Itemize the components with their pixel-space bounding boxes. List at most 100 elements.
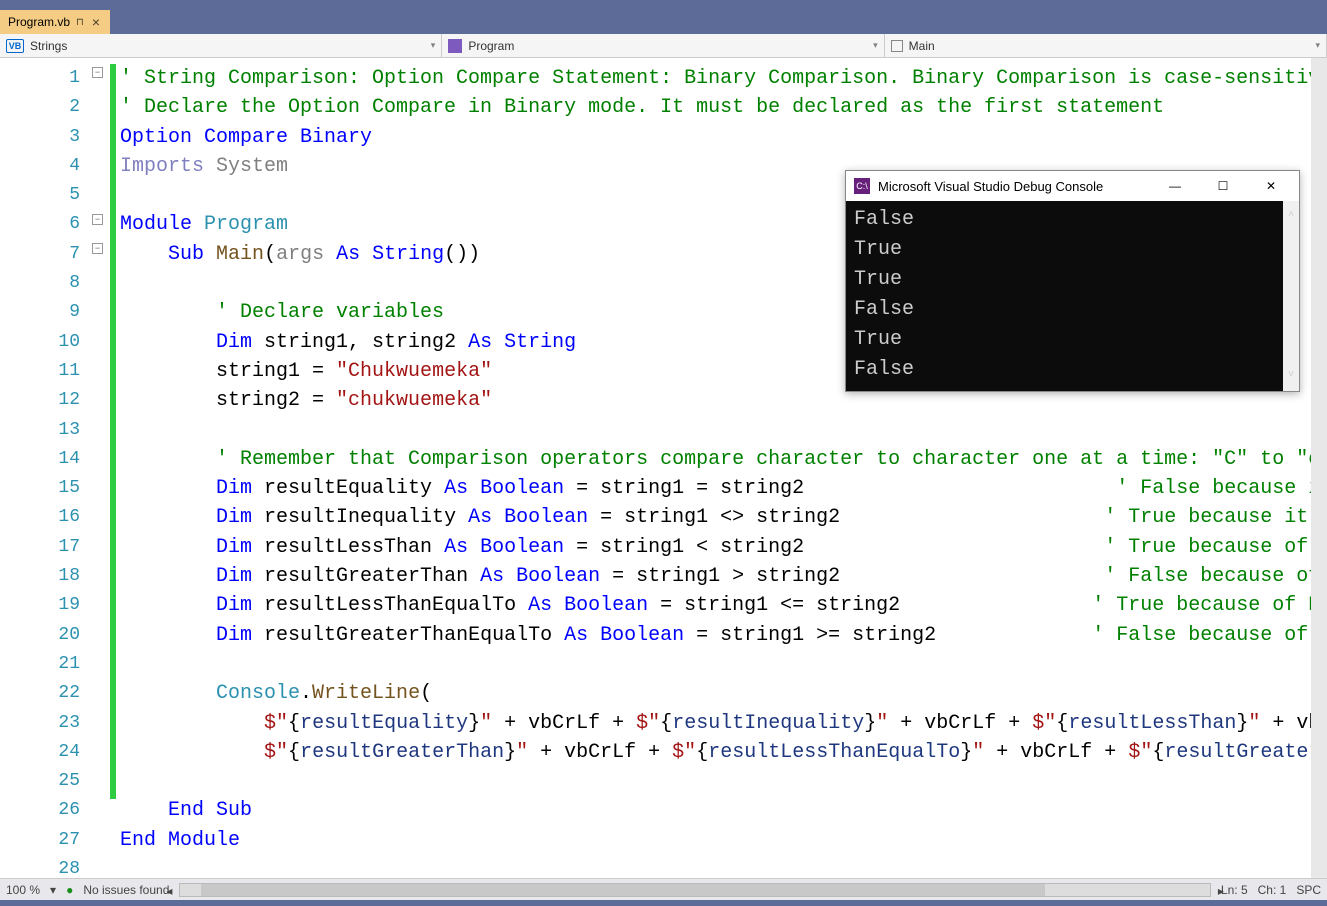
scroll-up-icon[interactable]: ˄ — [1288, 201, 1294, 231]
zoom-dropdown-icon[interactable]: ▾ — [50, 883, 56, 897]
console-scrollbar[interactable]: ˄ ˅ — [1283, 201, 1299, 391]
line-number: 8 — [0, 269, 90, 298]
code-line[interactable]: ' Remember that Comparison operators com… — [120, 445, 1327, 474]
line-number: 28 — [0, 855, 90, 884]
line-number: 18 — [0, 562, 90, 591]
tab-filename: Program.vb — [8, 15, 70, 29]
scroll-right-icon[interactable]: ▸ — [1218, 884, 1224, 898]
line-number: 12 — [0, 386, 90, 415]
fold-toggle[interactable]: − — [92, 243, 103, 254]
line-number: 20 — [0, 621, 90, 650]
horizontal-scrollbar[interactable]: ◂▸ — [179, 883, 1211, 897]
vb-icon: VB — [6, 39, 24, 53]
code-line[interactable]: Dim resultEquality As Boolean = string1 … — [120, 474, 1327, 503]
line-number: 24 — [0, 738, 90, 767]
line-number: 15 — [0, 474, 90, 503]
scrollbar-thumb[interactable] — [201, 884, 1045, 896]
line-number: 7 — [0, 240, 90, 269]
chevron-down-icon: ▾ — [431, 40, 436, 51]
line-number: 13 — [0, 416, 90, 445]
code-line[interactable]: $"{resultEquality}" + vbCrLf + $"{result… — [120, 709, 1327, 738]
line-number: 2 — [0, 93, 90, 122]
line-number: 27 — [0, 826, 90, 855]
code-line[interactable]: Dim resultInequality As Boolean = string… — [120, 503, 1327, 532]
pin-icon[interactable]: ⊓ — [76, 17, 84, 28]
tab-strip: Program.vb ⊓ × — [0, 10, 1327, 34]
console-title-text: Microsoft Visual Studio Debug Console — [878, 179, 1103, 194]
console-output[interactable]: FalseTrueTrueFalseTrueFalse ˄ ˅ — [846, 201, 1299, 391]
line-number: 1 — [0, 64, 90, 93]
line-indicator[interactable]: Ln: 5 — [1221, 883, 1248, 897]
line-number: 26 — [0, 796, 90, 825]
line-number: 5 — [0, 181, 90, 210]
line-number: 11 — [0, 357, 90, 386]
nav-project-dropdown[interactable]: VB Strings ▾ — [0, 34, 442, 57]
code-line[interactable]: End Sub — [120, 796, 1327, 825]
line-number: 22 — [0, 679, 90, 708]
file-tab[interactable]: Program.vb ⊓ × — [0, 10, 110, 34]
code-line[interactable]: End Module — [120, 826, 1327, 855]
vertical-scrollbar[interactable] — [1311, 58, 1327, 878]
window-chrome-top — [0, 0, 1327, 10]
code-line[interactable]: ' Declare the Option Compare in Binary m… — [120, 93, 1327, 122]
code-line[interactable]: ' String Comparison: Option Compare Stat… — [120, 64, 1327, 93]
nav-project-label: Strings — [30, 39, 67, 53]
line-number: 19 — [0, 591, 90, 620]
console-line: False — [854, 355, 1291, 385]
status-bar: 100 % ▾ ● No issues found ◂▸ Ln: 5 Ch: 1… — [0, 878, 1327, 900]
fold-toggle[interactable]: − — [92, 214, 103, 225]
code-line[interactable]: Dim resultLessThan As Boolean = string1 … — [120, 533, 1327, 562]
console-line: False — [854, 205, 1291, 235]
code-line[interactable]: Console.WriteLine( — [120, 679, 1327, 708]
line-number: 25 — [0, 767, 90, 796]
issues-text[interactable]: No issues found — [83, 883, 169, 897]
method-icon — [891, 40, 903, 52]
fold-column[interactable]: − − − — [90, 58, 110, 878]
line-number: 17 — [0, 533, 90, 562]
line-number: 6 — [0, 210, 90, 239]
line-number: 14 — [0, 445, 90, 474]
code-line[interactable] — [120, 767, 1327, 796]
console-line: False — [854, 295, 1291, 325]
console-line: True — [854, 325, 1291, 355]
nav-method-label: Main — [909, 39, 935, 53]
line-number: 10 — [0, 328, 90, 357]
line-number: 3 — [0, 123, 90, 152]
fold-toggle[interactable]: − — [92, 67, 103, 78]
close-icon[interactable]: × — [90, 14, 102, 30]
code-line[interactable] — [120, 650, 1327, 679]
code-line[interactable] — [120, 416, 1327, 445]
line-number: 21 — [0, 650, 90, 679]
maximize-button[interactable]: ☐ — [1203, 179, 1243, 193]
console-line: True — [854, 265, 1291, 295]
chevron-down-icon: ▾ — [873, 40, 878, 51]
spacing-mode[interactable]: SPC — [1296, 883, 1321, 897]
scroll-down-icon[interactable]: ˅ — [1288, 361, 1294, 391]
nav-module-label: Program — [468, 39, 514, 53]
code-line[interactable]: Dim resultGreaterThan As Boolean = strin… — [120, 562, 1327, 591]
line-number: 23 — [0, 709, 90, 738]
line-number-gutter: 1234567891011121314151617181920212223242… — [0, 58, 90, 878]
code-line[interactable]: Dim resultLessThanEqualTo As Boolean = s… — [120, 591, 1327, 620]
close-button[interactable]: ✕ — [1251, 179, 1291, 193]
line-number: 9 — [0, 298, 90, 327]
code-line[interactable]: Option Compare Binary — [120, 123, 1327, 152]
navigation-bar: VB Strings ▾ Program ▾ Main ▾ — [0, 34, 1327, 58]
module-icon — [448, 39, 462, 53]
zoom-level[interactable]: 100 % — [6, 883, 40, 897]
console-titlebar[interactable]: C:\ Microsoft Visual Studio Debug Consol… — [846, 171, 1299, 201]
nav-method-dropdown[interactable]: Main ▾ — [885, 34, 1327, 57]
line-number: 4 — [0, 152, 90, 181]
scroll-left-icon[interactable]: ◂ — [166, 884, 172, 898]
code-line[interactable]: Dim resultGreaterThanEqualTo As Boolean … — [120, 621, 1327, 650]
chevron-down-icon: ▾ — [1315, 40, 1320, 51]
debug-console-window[interactable]: C:\ Microsoft Visual Studio Debug Consol… — [845, 170, 1300, 392]
line-number: 16 — [0, 503, 90, 532]
char-indicator[interactable]: Ch: 1 — [1258, 883, 1287, 897]
check-icon: ● — [66, 883, 73, 897]
minimize-button[interactable]: — — [1155, 179, 1195, 193]
code-line[interactable]: $"{resultGreaterThan}" + vbCrLf + $"{res… — [120, 738, 1327, 767]
console-line: True — [854, 235, 1291, 265]
nav-module-dropdown[interactable]: Program ▾ — [442, 34, 884, 57]
console-app-icon: C:\ — [854, 178, 870, 194]
